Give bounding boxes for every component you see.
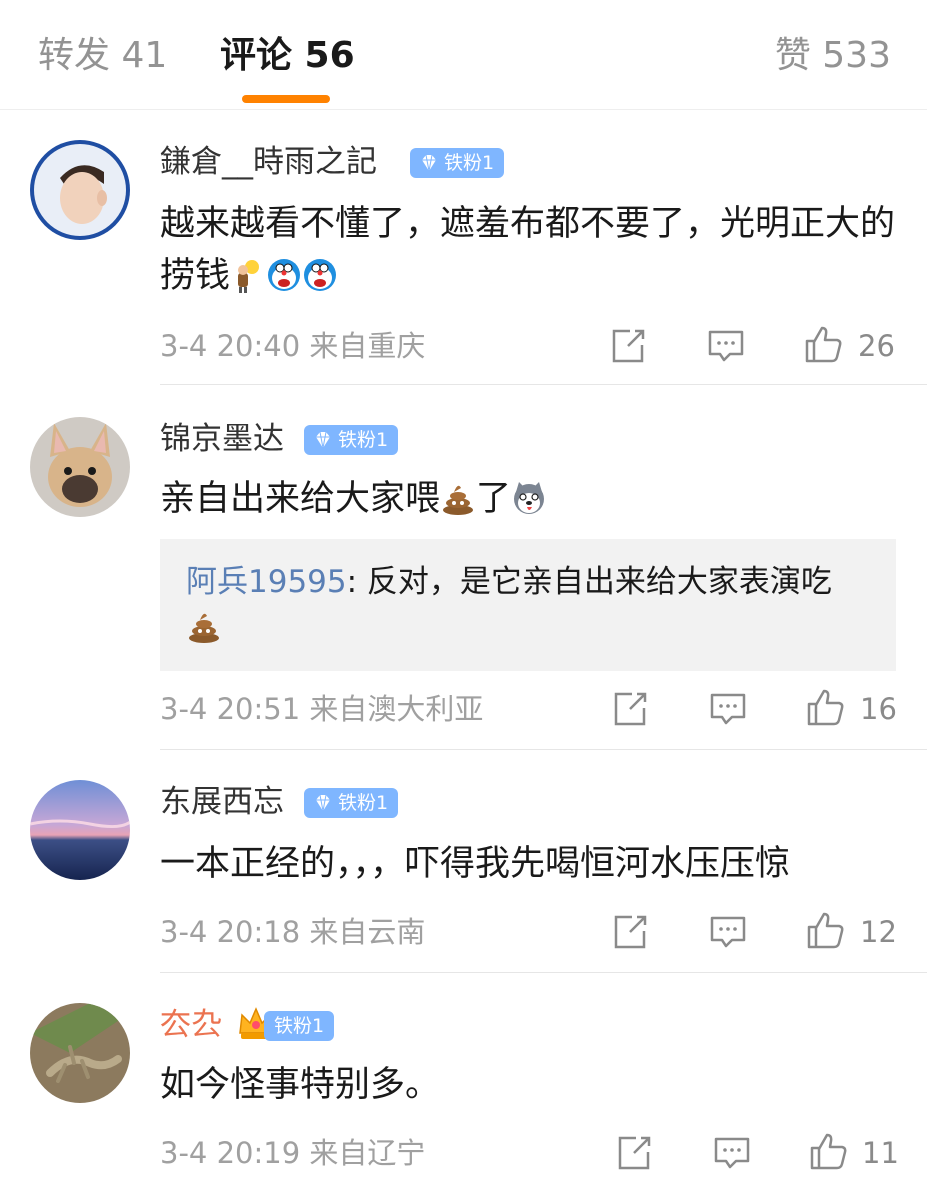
active-tab-indicator bbox=[242, 95, 330, 103]
avatar[interactable] bbox=[30, 780, 130, 880]
badge-label: 铁粉1 bbox=[338, 429, 389, 451]
comment-source: 来自澳大利亚 bbox=[309, 692, 484, 726]
like-count: 26 bbox=[858, 329, 895, 363]
idea-emoji bbox=[230, 257, 266, 293]
comment-body-tail: 了 bbox=[476, 479, 512, 519]
tab-comments[interactable]: 评论 56 bbox=[220, 34, 355, 78]
reply-username[interactable]: 阿兵19595 bbox=[186, 564, 347, 600]
username[interactable]: 鎌倉__時雨之記 bbox=[160, 142, 377, 182]
poop-emoji bbox=[440, 480, 476, 516]
avatar[interactable] bbox=[30, 1003, 130, 1103]
comment-icon[interactable] bbox=[712, 1133, 752, 1173]
like-icon[interactable] bbox=[805, 687, 845, 727]
badge-label: 铁粉1 bbox=[444, 152, 495, 174]
reply-text: : 反对，是它亲自出来给大家表演吃 bbox=[346, 564, 832, 600]
comment-meta: 3-4 20:18 来自云南 bbox=[160, 912, 425, 952]
comment-icon[interactable] bbox=[708, 912, 748, 952]
divider bbox=[160, 749, 927, 750]
comment-time: 3-4 20:19 bbox=[160, 1136, 301, 1170]
comment-meta: 3-4 20:19 来自辽宁 bbox=[160, 1133, 425, 1173]
comment-body: 亲自出来给大家喂 bbox=[160, 479, 441, 519]
avatar[interactable] bbox=[30, 140, 130, 240]
comment-source: 来自重庆 bbox=[309, 329, 426, 363]
divider bbox=[160, 384, 927, 385]
comment-meta: 3-4 20:51 来自澳大利亚 bbox=[160, 689, 483, 729]
comment-meta: 3-4 20:40 来自重庆 bbox=[160, 326, 425, 366]
comment-time: 3-4 20:40 bbox=[160, 329, 301, 363]
like-count: 16 bbox=[860, 692, 897, 726]
tab-likes[interactable]: 赞 533 bbox=[775, 34, 891, 78]
like-icon[interactable] bbox=[803, 324, 843, 364]
share-icon[interactable] bbox=[614, 1133, 654, 1173]
comment-time: 3-4 20:51 bbox=[160, 692, 301, 726]
fan-badge: 铁粉1 bbox=[410, 148, 505, 178]
doraemon-emoji bbox=[266, 257, 302, 293]
username[interactable]: 锦京墨达 bbox=[160, 419, 284, 459]
doraemon-emoji bbox=[302, 257, 338, 293]
tab-repost[interactable]: 转发 41 bbox=[38, 34, 167, 78]
husky-emoji bbox=[511, 480, 547, 516]
fan-badge: 铁粉1 bbox=[304, 788, 399, 818]
diamond-icon bbox=[316, 794, 330, 812]
comment-text: 亲自出来给大家喂了 bbox=[160, 473, 897, 525]
username[interactable]: 东展西忘 bbox=[160, 782, 284, 822]
fan-badge: 铁粉1 bbox=[264, 1011, 335, 1041]
quoted-reply[interactable]: 阿兵19595: 反对，是它亲自出来给大家表演吃 bbox=[160, 539, 896, 671]
share-icon[interactable] bbox=[610, 689, 650, 729]
comment-text: 如今怪事特别多。 bbox=[160, 1065, 441, 1105]
share-icon[interactable] bbox=[608, 326, 648, 366]
divider bbox=[160, 972, 927, 973]
like-count: 11 bbox=[862, 1136, 899, 1170]
badge-label: 铁粉1 bbox=[274, 1015, 325, 1037]
like-count: 12 bbox=[860, 915, 897, 949]
fan-badge: 铁粉1 bbox=[304, 425, 399, 455]
like-icon[interactable] bbox=[808, 1131, 848, 1171]
comment-text: 越来越看不懂了，遮羞布都不要了，光明正大的捞钱 bbox=[160, 198, 897, 302]
poop-emoji bbox=[186, 608, 222, 644]
avatar[interactable] bbox=[30, 417, 130, 517]
username[interactable]: 厺厹 bbox=[160, 1005, 222, 1045]
like-icon[interactable] bbox=[805, 910, 845, 950]
comment-icon[interactable] bbox=[708, 689, 748, 729]
badge-label: 铁粉1 bbox=[338, 792, 389, 814]
comment-time: 3-4 20:18 bbox=[160, 915, 301, 949]
diamond-icon bbox=[422, 154, 436, 172]
comment-tabs: 转发 41 评论 56 赞 533 bbox=[0, 0, 927, 110]
comment-source: 来自云南 bbox=[309, 915, 426, 949]
comment-icon[interactable] bbox=[706, 326, 746, 366]
comment-source: 来自辽宁 bbox=[309, 1136, 426, 1170]
share-icon[interactable] bbox=[610, 912, 650, 952]
diamond-icon bbox=[316, 431, 330, 449]
comment-text: 一本正经的，，，吓得我先喝恒河水压压惊 bbox=[160, 844, 791, 884]
